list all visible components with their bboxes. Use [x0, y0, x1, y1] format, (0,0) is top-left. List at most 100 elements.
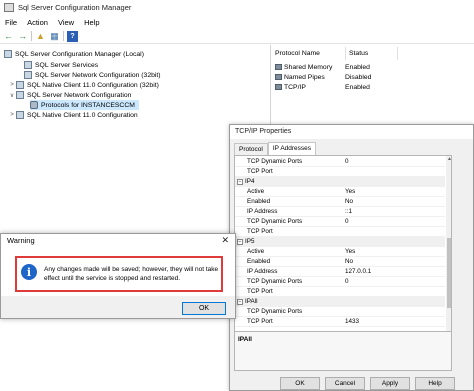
property-key: IPAll [245, 298, 258, 305]
property-value[interactable]: 1433 [345, 318, 359, 325]
tree-item-network-config[interactable]: ∨ SQL Server Network Configuration [8, 90, 131, 100]
property-row[interactable]: Enabled No [235, 197, 445, 207]
tree-item-sql-server-services[interactable]: SQL Server Services [16, 60, 98, 70]
tree-item-network-config-32bit[interactable]: SQL Server Network Configuration (32bit) [16, 70, 161, 80]
tree-item-label: SQL Native Client 11.0 Configuration (32… [27, 81, 159, 89]
menu-help[interactable]: Help [79, 18, 104, 27]
protocol-status: Disabled [345, 73, 372, 81]
client-icon [16, 81, 24, 89]
services-icon [24, 61, 32, 69]
protocol-icon [275, 84, 282, 90]
property-value[interactable]: 127.0.0.1 [345, 268, 371, 275]
property-row[interactable]: TCP Port [235, 167, 445, 177]
property-key: IP5 [245, 238, 255, 245]
tcp-ip-properties-dialog: TCP/IP Properties Protocol IP Addresses … [229, 124, 474, 391]
property-value[interactable]: Yes [345, 188, 355, 195]
server-icon [4, 50, 12, 58]
menu-file[interactable]: File [0, 18, 22, 27]
protocol-name: TCP/IP [284, 83, 306, 91]
list-row-named-pipes[interactable]: Named Pipes Disabled [275, 72, 371, 82]
protocol-name: Named Pipes [284, 73, 325, 81]
property-value[interactable]: 0 [345, 278, 349, 285]
property-row[interactable]: TCP Dynamic Ports [235, 307, 445, 317]
tree-item-native-client-32bit[interactable]: > SQL Native Client 11.0 Configuration (… [8, 80, 159, 90]
list-header: Protocol Name Status [272, 47, 398, 60]
warning-ok-button[interactable]: OK [182, 302, 226, 315]
property-key: IP4 [245, 178, 255, 185]
property-value[interactable]: No [345, 198, 353, 205]
property-row[interactable]: TCP Dynamic Ports 0 [235, 157, 445, 167]
protocol-icon [30, 101, 38, 109]
help-icon[interactable]: ? [67, 30, 78, 42]
window-title: Sql Server Configuration Manager [18, 3, 132, 12]
tree-item-native-client[interactable]: > SQL Native Client 11.0 Configuration [8, 110, 138, 120]
close-icon[interactable]: ✕ [221, 235, 229, 246]
property-row[interactable]: TCP Port [235, 227, 445, 237]
property-value[interactable]: Yes [345, 248, 355, 255]
collapse-arrow-icon[interactable]: ∨ [8, 92, 16, 99]
list-row-tcp-ip[interactable]: TCP/IP Enabled [275, 82, 370, 92]
dialog-tabs: Protocol IP Addresses [234, 142, 317, 155]
property-key: Enabled [247, 258, 271, 265]
forward-arrow-icon[interactable]: → [17, 31, 28, 42]
protocol-status: Enabled [345, 63, 370, 71]
tree-root-label: SQL Server Configuration Manager (Local) [15, 50, 144, 58]
property-category[interactable]: − IP5 [235, 237, 445, 247]
tab-protocol[interactable]: Protocol [234, 143, 268, 155]
collapse-box-icon[interactable]: − [237, 178, 243, 185]
export-list-icon[interactable]: ▦ [49, 31, 60, 42]
property-value[interactable]: ::1 [345, 208, 352, 215]
scroll-up-icon[interactable]: ▲ [446, 156, 451, 163]
menu-action[interactable]: Action [22, 18, 53, 27]
property-row[interactable]: TCP Port 1433 [235, 317, 445, 327]
scroll-thumb[interactable] [447, 238, 451, 308]
help-button[interactable]: Help [415, 377, 455, 390]
collapse-box-icon[interactable]: − [237, 238, 243, 245]
property-value[interactable]: 0 [345, 158, 349, 165]
property-value[interactable]: No [345, 258, 353, 265]
menu-view[interactable]: View [53, 18, 79, 27]
protocol-status: Enabled [345, 83, 370, 91]
property-key: TCP Dynamic Ports [247, 308, 303, 315]
dialog-title: TCP/IP Properties [230, 125, 473, 139]
cancel-button[interactable]: Cancel [325, 377, 365, 390]
property-row[interactable]: Active Yes [235, 187, 445, 197]
property-category[interactable]: − IPAll [235, 297, 445, 307]
expand-arrow-icon[interactable]: > [8, 82, 16, 88]
property-category[interactable]: − IP4 [235, 177, 445, 187]
property-key: TCP Port [247, 318, 273, 325]
up-folder-icon[interactable]: ▲ [35, 31, 46, 42]
property-key: TCP Dynamic Ports [247, 158, 303, 165]
property-row[interactable]: TCP Port [235, 287, 445, 297]
property-row[interactable]: IP Address::1 [235, 207, 445, 217]
tree-item-protocols-instance[interactable]: Protocols for INSTANCESCCM [30, 100, 139, 110]
property-row[interactable]: TCP Dynamic Ports 0 [235, 217, 445, 227]
property-key: TCP Dynamic Ports [247, 278, 303, 285]
property-key: Enabled [247, 198, 271, 205]
tree-item-label: SQL Server Services [35, 61, 99, 69]
back-arrow-icon[interactable]: ← [3, 31, 14, 42]
expand-arrow-icon[interactable]: > [8, 112, 16, 118]
property-row[interactable]: TCP Dynamic Ports 0 [235, 277, 445, 287]
warning-title: Warning [1, 234, 235, 248]
property-row[interactable]: IP Address 127.0.0.1 [235, 267, 445, 277]
ok-button[interactable]: OK [280, 377, 320, 390]
network-icon [16, 91, 24, 99]
protocol-icon [275, 64, 282, 70]
property-key: IP Address [247, 268, 278, 275]
column-status[interactable]: Status [346, 47, 398, 60]
apply-button[interactable]: Apply [370, 377, 410, 390]
tab-ip-addresses[interactable]: IP Addresses [267, 142, 317, 155]
property-grid: TCP Port 1433 TCP Dynamic Ports − IPAll TCP P… [234, 155, 452, 341]
tree-item-label: SQL Server Network Configuration [27, 91, 132, 99]
collapse-box-icon[interactable]: − [237, 298, 243, 305]
toolbar-separator [31, 31, 32, 41]
tree-root[interactable]: SQL Server Configuration Manager (Local) [4, 49, 144, 59]
info-icon: i [21, 264, 37, 280]
property-value[interactable]: 0 [345, 218, 349, 225]
column-protocol-name[interactable]: Protocol Name [272, 47, 346, 60]
property-row[interactable]: Active Yes [235, 247, 445, 257]
list-row-shared-memory[interactable]: Shared Memory Enabled [275, 62, 370, 72]
property-row[interactable]: Enabled No [235, 257, 445, 267]
property-key: TCP Port [247, 168, 273, 175]
